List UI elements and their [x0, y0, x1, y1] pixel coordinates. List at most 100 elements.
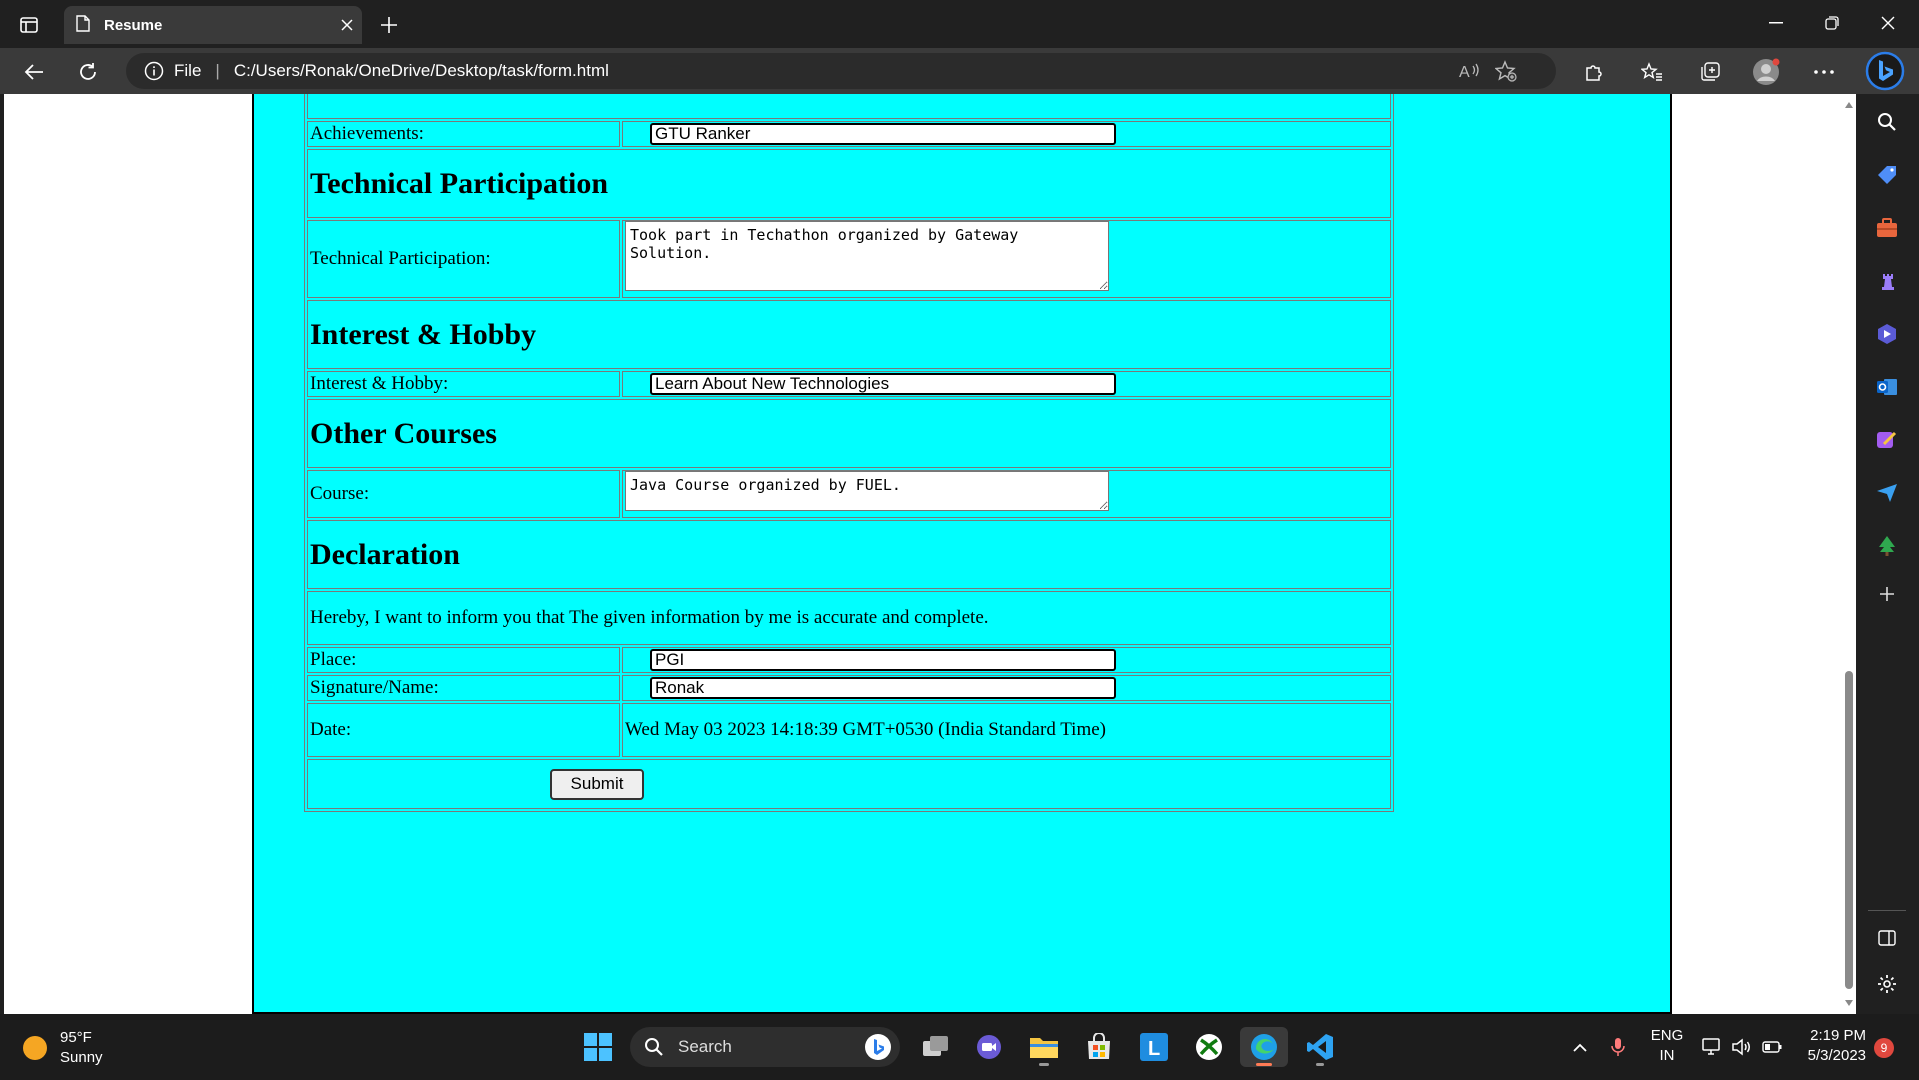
- clock-time: 2:19 PM: [1810, 1027, 1866, 1044]
- place-label: Place:: [307, 647, 620, 673]
- games-chess-icon[interactable]: [1869, 263, 1905, 299]
- place-input[interactable]: [650, 649, 1116, 671]
- volume-icon[interactable]: [1730, 1030, 1754, 1064]
- teams-chat-icon[interactable]: [969, 1027, 1009, 1067]
- achievements-row: Achievements:: [307, 121, 1391, 147]
- table-cell: Submit: [307, 759, 1391, 809]
- technical-participation-textarea[interactable]: Took part in Techathon organized by Gate…: [625, 221, 1109, 291]
- gear-icon[interactable]: [1869, 966, 1905, 1002]
- profile-avatar[interactable]: [1750, 56, 1782, 88]
- weather-temperature: 95°F: [60, 1029, 92, 1046]
- table-cell: [307, 94, 1391, 119]
- interest-hobby-label: Interest & Hobby:: [307, 371, 620, 397]
- send-icon[interactable]: [1869, 475, 1905, 511]
- hide-sidebar-icon[interactable]: [1869, 920, 1905, 956]
- place-row: Place:: [307, 647, 1391, 673]
- signature-input[interactable]: [650, 677, 1116, 699]
- tools-briefcase-icon[interactable]: [1869, 210, 1905, 246]
- windows-start-icon[interactable]: [578, 1027, 618, 1067]
- date-label: Date:: [307, 703, 620, 757]
- interest-hobby-heading: Interest & Hobby: [310, 317, 537, 351]
- technical-participation-heading: Technical Participation: [310, 166, 609, 200]
- notification-badge[interactable]: 9: [1874, 1038, 1894, 1058]
- back-icon[interactable]: [18, 56, 50, 88]
- info-icon[interactable]: [144, 61, 164, 81]
- restore-icon[interactable]: [1804, 8, 1860, 38]
- battery-icon[interactable]: [1760, 1030, 1784, 1064]
- windows-taskbar: 95°F Sunny Search L ENG IN 2:19 PM 5/3/2…: [0, 1014, 1919, 1080]
- edge-browser-icon[interactable]: [1240, 1027, 1288, 1067]
- designer-icon[interactable]: [1869, 422, 1905, 458]
- scroll-up-icon[interactable]: [1845, 102, 1853, 108]
- signature-row: Signature/Name:: [307, 675, 1391, 701]
- sidebar-divider: [1868, 910, 1906, 911]
- extensions-icon[interactable]: [1578, 56, 1610, 88]
- interest-hobby-row: Interest & Hobby:: [307, 371, 1391, 397]
- running-indicator: [1316, 1063, 1324, 1066]
- microsoft-store-icon[interactable]: [1079, 1027, 1119, 1067]
- new-tab-icon[interactable]: [374, 10, 404, 40]
- l-app-icon[interactable]: L: [1134, 1027, 1174, 1067]
- collections-icon[interactable]: [1694, 56, 1726, 88]
- svg-text:L: L: [1148, 1038, 1160, 1060]
- xbox-icon[interactable]: [1189, 1027, 1229, 1067]
- url-text[interactable]: C:/Users/Ronak/OneDrive/Desktop/task/for…: [234, 61, 609, 81]
- resume-form-table: Achievements: Technical Participation Te…: [304, 94, 1394, 812]
- tab-title: Resume: [104, 16, 163, 34]
- region-code: IN: [1659, 1047, 1675, 1064]
- submit-button[interactable]: Submit: [550, 768, 644, 800]
- network-icon[interactable]: [1700, 1030, 1724, 1064]
- file-icon: [76, 14, 90, 36]
- shopping-tag-icon[interactable]: [1869, 157, 1905, 193]
- minimize-icon[interactable]: [1748, 8, 1804, 38]
- table-cell: [622, 121, 1391, 147]
- favorites-icon[interactable]: [1636, 56, 1668, 88]
- bing-copilot-icon[interactable]: [1862, 48, 1908, 94]
- add-sidebar-app-icon[interactable]: [1869, 576, 1905, 612]
- tree-icon[interactable]: [1869, 528, 1905, 564]
- scrollbar-thumb[interactable]: [1845, 671, 1853, 989]
- tab-actions-icon[interactable]: [14, 10, 44, 40]
- achievements-label: Achievements:: [307, 121, 620, 147]
- search-icon[interactable]: [1869, 104, 1905, 140]
- taskbar-search[interactable]: Search: [630, 1027, 900, 1067]
- outlook-icon[interactable]: [1869, 369, 1905, 405]
- table-cell: Took part in Techathon organized by Gate…: [622, 220, 1391, 298]
- declaration-text: Hereby, I want to inform you that The gi…: [307, 591, 1391, 645]
- signature-label: Signature/Name:: [307, 675, 620, 701]
- read-aloud-icon[interactable]: A: [1454, 55, 1486, 87]
- favorite-add-icon[interactable]: [1490, 55, 1522, 87]
- table-row: [307, 94, 1391, 119]
- task-view-icon[interactable]: [916, 1027, 956, 1067]
- achievements-input[interactable]: [650, 123, 1116, 145]
- scroll-down-icon[interactable]: [1845, 1000, 1853, 1006]
- more-options-icon[interactable]: [1808, 56, 1840, 88]
- clock-date: 5/3/2023: [1807, 1047, 1866, 1064]
- copilot-hexagon-icon[interactable]: [1869, 316, 1905, 352]
- close-window-icon[interactable]: [1860, 8, 1916, 38]
- course-textarea[interactable]: Java Course organized by FUEL.: [625, 471, 1109, 511]
- search-label: Search: [678, 1037, 732, 1056]
- address-bar[interactable]: File | C:/Users/Ronak/OneDrive/Desktop/t…: [126, 53, 1556, 89]
- show-hidden-icons-chevron-icon[interactable]: [1568, 1030, 1592, 1064]
- weather-widget[interactable]: 95°F Sunny: [22, 1028, 103, 1068]
- vertical-scrollbar[interactable]: [1842, 94, 1856, 1014]
- table-cell: [622, 675, 1391, 701]
- active-indicator: [1256, 1063, 1272, 1066]
- course-row: Course: Java Course organized by FUEL.: [307, 470, 1391, 518]
- search-icon: [645, 1038, 663, 1056]
- taskbar-clock[interactable]: 2:19 PM 5/3/2023: [1796, 1026, 1866, 1066]
- microphone-icon[interactable]: [1606, 1030, 1630, 1064]
- other-courses-heading: Other Courses: [310, 416, 497, 450]
- course-label: Course:: [307, 470, 620, 518]
- table-cell: Other Courses: [307, 399, 1391, 468]
- vscode-icon[interactable]: [1300, 1027, 1340, 1067]
- table-cell: [622, 371, 1391, 397]
- refresh-icon[interactable]: [72, 56, 104, 88]
- language-indicator[interactable]: ENG IN: [1650, 1026, 1684, 1066]
- close-tab-icon[interactable]: [332, 10, 362, 40]
- browser-tab[interactable]: Resume: [64, 6, 362, 44]
- file-explorer-icon[interactable]: [1024, 1027, 1064, 1067]
- language-code: ENG: [1650, 1027, 1684, 1044]
- interest-hobby-input[interactable]: [650, 373, 1116, 395]
